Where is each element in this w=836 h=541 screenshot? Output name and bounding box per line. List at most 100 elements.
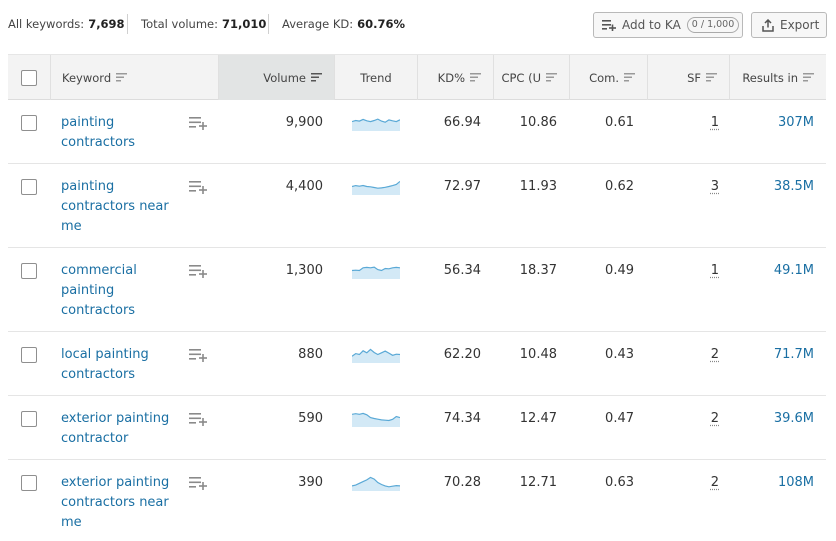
add-to-ka-label: Add to KA bbox=[622, 18, 681, 32]
keyword-link[interactable]: exterior painting contractors near me bbox=[61, 473, 176, 533]
column-header-volume[interactable]: Volume bbox=[218, 55, 334, 100]
sf-value[interactable]: 2 bbox=[648, 475, 719, 490]
row-checkbox[interactable] bbox=[21, 347, 37, 363]
sf-value[interactable]: 2 bbox=[648, 347, 719, 362]
row-checkbox[interactable] bbox=[21, 179, 37, 195]
export-button[interactable]: Export bbox=[751, 12, 827, 38]
keywords-table: Keyword Volume Trend KD% CPC (U Com. SF … bbox=[8, 54, 826, 541]
competition-value: 0.62 bbox=[605, 179, 634, 194]
keyword-link[interactable]: painting contractors near me bbox=[61, 177, 176, 237]
cpc-value: 12.47 bbox=[519, 411, 557, 426]
row-checkbox[interactable] bbox=[21, 475, 37, 491]
table-header: Keyword Volume Trend KD% CPC (U Com. SF … bbox=[8, 54, 826, 100]
table-row: painting contractors near me 4,400 72.97… bbox=[8, 164, 826, 248]
average-kd-stat: Average KD: 60.76% bbox=[282, 17, 405, 31]
sf-count[interactable]: 2 bbox=[711, 475, 719, 490]
keyword-link[interactable]: local painting contractors bbox=[61, 345, 176, 385]
add-to-list-icon[interactable] bbox=[189, 264, 207, 278]
column-header-sf[interactable]: SF bbox=[647, 55, 729, 100]
cpc-value: 10.48 bbox=[519, 347, 557, 362]
table-row: painting contractors 9,900 66.94 10.86 0… bbox=[8, 100, 826, 164]
column-header-trend: Trend bbox=[334, 55, 417, 100]
column-header-label: Trend bbox=[360, 70, 392, 85]
column-header-label: Volume bbox=[263, 70, 306, 85]
add-to-list-icon[interactable] bbox=[189, 476, 207, 490]
total-volume-label: Total volume: bbox=[141, 17, 218, 31]
trend-area bbox=[352, 413, 400, 427]
select-all-checkbox[interactable] bbox=[21, 69, 37, 86]
volume-value: 4,400 bbox=[285, 179, 323, 194]
add-list-icon bbox=[602, 20, 616, 31]
sf-value[interactable]: 1 bbox=[648, 263, 719, 278]
volume-value: 1,300 bbox=[285, 263, 323, 278]
sf-count[interactable]: 1 bbox=[711, 263, 719, 278]
column-header-competition[interactable]: Com. bbox=[569, 55, 647, 100]
competition-value: 0.43 bbox=[605, 347, 634, 362]
results-link[interactable]: 307M bbox=[730, 115, 814, 130]
sort-icon bbox=[546, 73, 557, 82]
table-row: commercial painting contractors 1,300 56… bbox=[8, 248, 826, 332]
results-link[interactable]: 39.6M bbox=[730, 411, 814, 426]
add-to-list-icon[interactable] bbox=[189, 348, 207, 362]
column-header-label: Keyword bbox=[62, 70, 112, 85]
row-checkbox[interactable] bbox=[21, 411, 37, 427]
trend-sparkline bbox=[352, 348, 400, 363]
cpc-value: 10.86 bbox=[519, 115, 557, 130]
add-to-ka-button[interactable]: Add to KA 0 / 1,000 bbox=[593, 12, 743, 38]
volume-value: 590 bbox=[298, 411, 323, 426]
kd-value: 70.28 bbox=[443, 475, 481, 490]
sf-value[interactable]: 2 bbox=[648, 411, 719, 426]
sf-count[interactable]: 1 bbox=[711, 115, 719, 130]
kd-value: 56.34 bbox=[443, 263, 481, 278]
sort-icon bbox=[706, 73, 717, 82]
summary-bar: All keywords: 7,698 Total volume: 71,010 A… bbox=[0, 0, 836, 50]
sort-icon bbox=[803, 73, 814, 82]
volume-value: 9,900 bbox=[285, 115, 323, 130]
sf-count[interactable]: 2 bbox=[711, 347, 719, 362]
kd-value: 66.94 bbox=[443, 115, 481, 130]
keyword-link[interactable]: exterior painting contractor bbox=[61, 409, 176, 449]
competition-value: 0.63 bbox=[605, 475, 634, 490]
table-row: local painting contractors 880 62.20 10.… bbox=[8, 332, 826, 396]
results-link[interactable]: 49.1M bbox=[730, 263, 814, 278]
sf-count[interactable]: 2 bbox=[711, 411, 719, 426]
add-to-list-icon[interactable] bbox=[189, 412, 207, 426]
column-header-results[interactable]: Results in bbox=[729, 55, 826, 100]
keyword-link[interactable]: commercial painting contractors bbox=[61, 261, 176, 321]
sort-icon bbox=[116, 73, 128, 82]
all-keywords-label: All keywords: bbox=[8, 17, 85, 31]
divider bbox=[268, 14, 269, 34]
export-label: Export bbox=[780, 18, 820, 32]
ka-counter-badge: 0 / 1,000 bbox=[686, 17, 740, 33]
cpc-value: 11.93 bbox=[519, 179, 557, 194]
trend-sparkline bbox=[352, 118, 400, 131]
column-header-label: SF bbox=[687, 70, 701, 85]
kd-value: 72.97 bbox=[443, 179, 481, 194]
add-to-list-icon[interactable] bbox=[189, 180, 207, 194]
average-kd-label: Average KD: bbox=[282, 17, 354, 31]
competition-value: 0.47 bbox=[605, 411, 634, 426]
trend-area bbox=[352, 349, 400, 363]
column-header-keyword[interactable]: Keyword bbox=[50, 55, 218, 100]
competition-value: 0.49 bbox=[605, 263, 634, 278]
column-header-label: Com. bbox=[589, 70, 619, 85]
row-checkbox[interactable] bbox=[21, 263, 37, 279]
header-checkbox-cell bbox=[8, 55, 50, 100]
keyword-link[interactable]: painting contractors bbox=[61, 113, 176, 153]
column-header-label: Results in bbox=[742, 70, 798, 85]
sf-value[interactable]: 3 bbox=[648, 179, 719, 194]
results-link[interactable]: 38.5M bbox=[730, 179, 814, 194]
volume-value: 880 bbox=[298, 347, 323, 362]
all-keywords-stat: All keywords: 7,698 bbox=[8, 17, 125, 31]
results-link[interactable]: 71.7M bbox=[730, 347, 814, 362]
table-body: painting contractors 9,900 66.94 10.86 0… bbox=[8, 100, 826, 541]
export-icon bbox=[762, 18, 774, 32]
results-link[interactable]: 108M bbox=[730, 475, 814, 490]
add-to-list-icon[interactable] bbox=[189, 116, 207, 130]
volume-value: 390 bbox=[298, 475, 323, 490]
column-header-kd[interactable]: KD% bbox=[417, 55, 493, 100]
row-checkbox[interactable] bbox=[21, 115, 37, 131]
column-header-cpc[interactable]: CPC (U bbox=[493, 55, 569, 100]
sf-count[interactable]: 3 bbox=[711, 179, 719, 194]
sf-value[interactable]: 1 bbox=[648, 115, 719, 130]
